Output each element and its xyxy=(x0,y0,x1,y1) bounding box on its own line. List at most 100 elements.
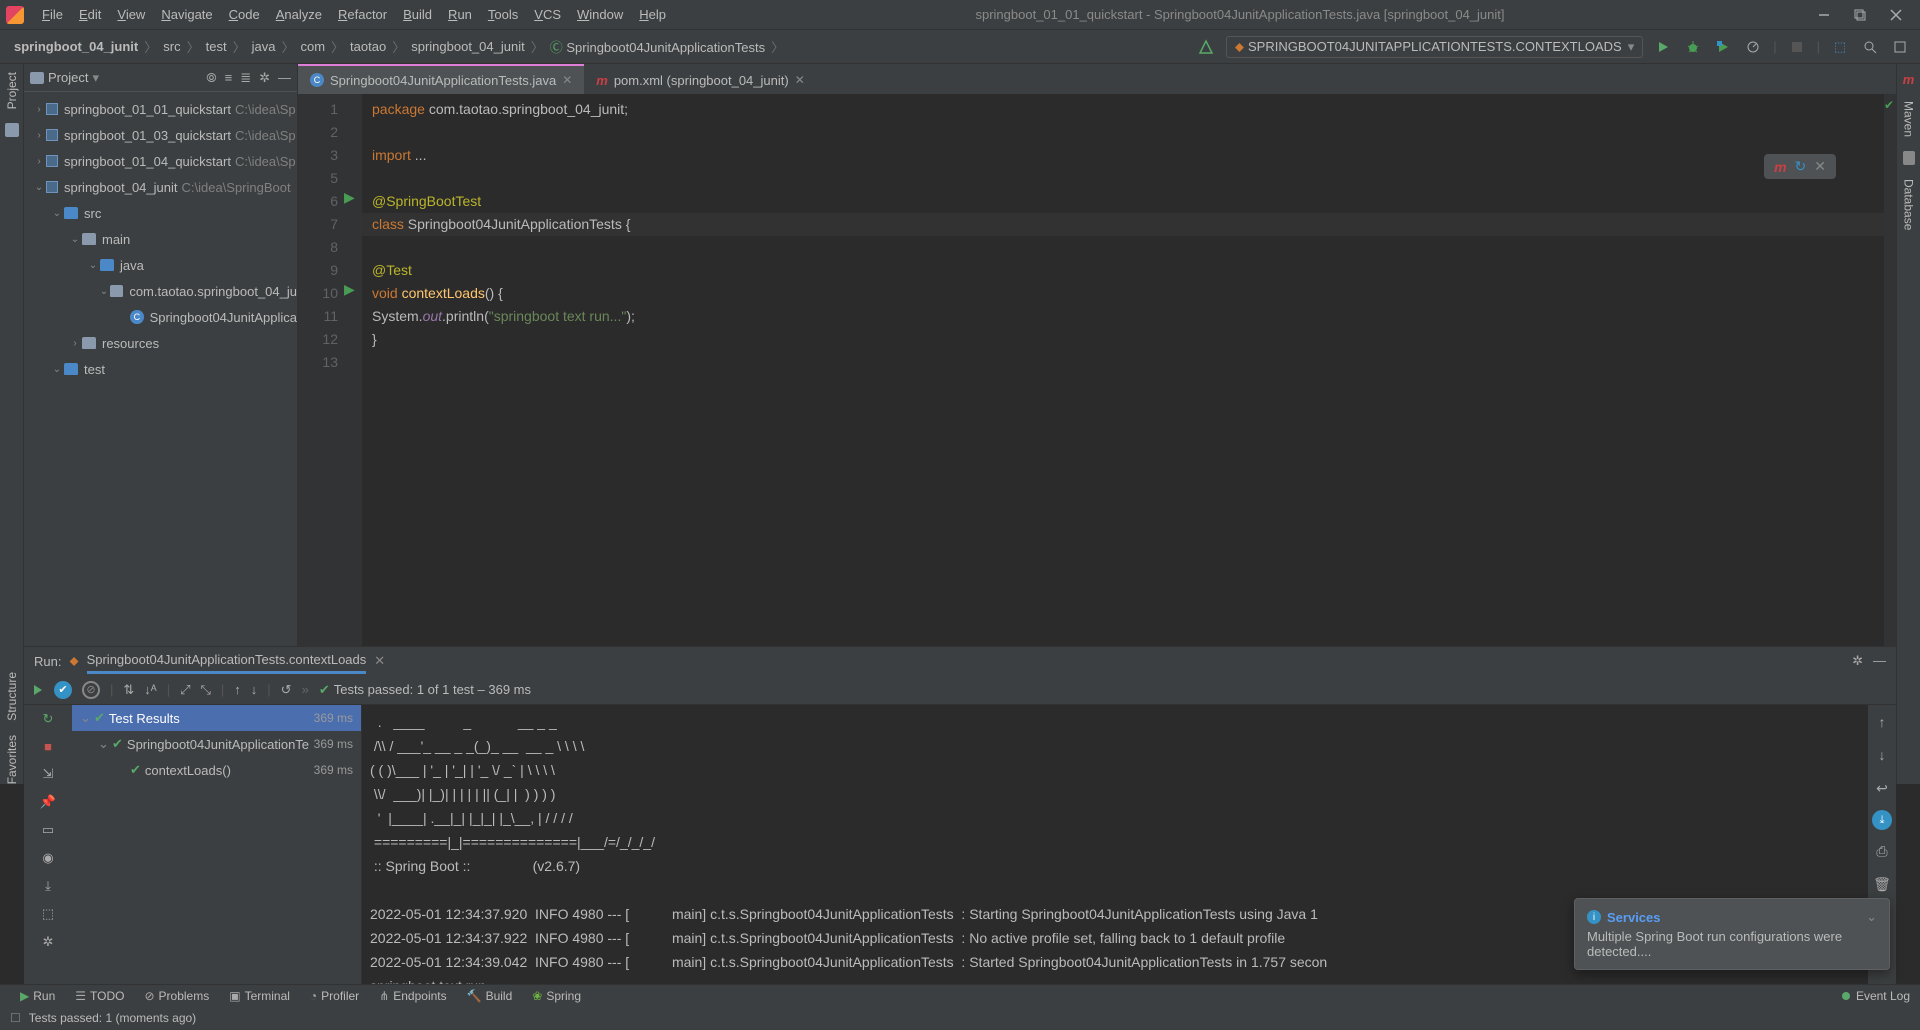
scroll-down-icon[interactable]: ↓ xyxy=(1879,744,1886,767)
close-tab-icon[interactable]: ✕ xyxy=(562,73,572,87)
settings-icon[interactable]: ✲ xyxy=(259,70,270,86)
inlay-hint-popup[interactable]: m↻✕ xyxy=(1764,154,1836,179)
project-view-dropdown[interactable]: Project ▾ xyxy=(30,70,99,86)
test-results-tree[interactable]: ⌄✔Test Results369 ms⌄✔Springboot04JunitA… xyxy=(72,705,362,1006)
clear-icon[interactable]: 🗑 xyxy=(1873,873,1891,896)
database-tool-button[interactable]: Database xyxy=(1902,179,1916,230)
tree-row[interactable]: ⌄springboot_04_junitC:\idea\SpringBoot xyxy=(24,174,297,200)
bottom-problems-button[interactable]: ⊘Problems xyxy=(134,989,219,1003)
chevron-down-icon[interactable]: ⌄ xyxy=(1866,909,1877,925)
import-icon[interactable]: ⬚ xyxy=(42,906,54,922)
print-icon[interactable]: ⎙ xyxy=(1876,840,1887,863)
close-icon[interactable]: ✕ xyxy=(1814,158,1826,175)
close-tab-icon[interactable]: ✕ xyxy=(795,73,805,87)
bottom-terminal-button[interactable]: ▣Terminal xyxy=(219,989,300,1003)
menu-code[interactable]: Code xyxy=(221,7,268,22)
menu-tools[interactable]: Tools xyxy=(480,7,526,22)
dump-icon[interactable]: ▭ xyxy=(42,822,54,838)
minimize-button[interactable] xyxy=(1806,1,1842,29)
test-tree-row[interactable]: ✔contextLoads()369 ms xyxy=(72,757,361,783)
collapse-all-icon[interactable]: ≣ xyxy=(240,70,251,86)
structure-tool-button[interactable]: Structure xyxy=(5,672,19,721)
tree-row[interactable]: ›resources xyxy=(24,330,297,356)
tree-row[interactable]: ›springboot_01_03_quickstartC:\idea\Sp xyxy=(24,122,297,148)
editor-tab[interactable]: CSpringboot04JunitApplicationTests.java✕ xyxy=(298,64,584,94)
run-configuration-dropdown[interactable]: ⬥ SPRINGBOOT04JUNITAPPLICATIONTESTS.CONT… xyxy=(1226,36,1643,58)
rerun-icon[interactable]: ↻ xyxy=(43,711,54,727)
prev-test-icon[interactable]: ↑ xyxy=(234,682,241,697)
scroll-to-end-icon[interactable]: ⤓ xyxy=(1872,810,1892,830)
menu-navigate[interactable]: Navigate xyxy=(153,7,220,22)
breadcrumb-item[interactable]: springboot_04_junit xyxy=(10,39,142,54)
tree-row[interactable]: ⌄src xyxy=(24,200,297,226)
rerun-button[interactable] xyxy=(32,684,44,696)
test-history-icon[interactable]: ↺ xyxy=(281,682,292,698)
notification-popup[interactable]: i Services ⌄ Multiple Spring Boot run co… xyxy=(1574,898,1890,970)
tree-row[interactable]: ›springboot_01_04_quickstartC:\idea\Sp xyxy=(24,148,297,174)
breadcrumb-item[interactable]: taotao xyxy=(346,39,390,54)
database-icon[interactable] xyxy=(1903,151,1915,165)
maven-icon[interactable]: m xyxy=(1903,72,1915,87)
breadcrumb-item[interactable]: com xyxy=(296,39,329,54)
maven-tool-button[interactable]: Maven xyxy=(1902,101,1916,137)
collapse-all-icon[interactable]: ⤡ xyxy=(200,682,210,698)
menu-window[interactable]: Window xyxy=(569,7,631,22)
git-icon[interactable]: ⬚ xyxy=(1830,37,1850,57)
breadcrumb[interactable]: springboot_04_junit〉src〉test〉java〉com〉ta… xyxy=(0,37,1196,56)
stop-button[interactable] xyxy=(1787,37,1807,57)
next-test-icon[interactable]: ↓ xyxy=(251,682,258,697)
scroll-up-icon[interactable]: ↑ xyxy=(1879,711,1886,734)
sort-icon[interactable]: ⇅ xyxy=(123,682,134,698)
editor-tab[interactable]: mpom.xml (springboot_04_junit)✕ xyxy=(584,64,817,94)
tree-row[interactable]: ⌄test xyxy=(24,356,297,382)
bottom-spring-button[interactable]: ❀Spring xyxy=(522,989,591,1003)
run-config-tab[interactable]: Springboot04JunitApplicationTests.contex… xyxy=(87,652,367,674)
debug-button[interactable] xyxy=(1683,37,1703,57)
tree-row[interactable]: ›springboot_01_01_quickstartC:\idea\Sp xyxy=(24,96,297,122)
tree-row[interactable]: CSpringboot04JunitApplica xyxy=(24,304,297,330)
bottom-endpoints-button[interactable]: ⋔Endpoints xyxy=(369,989,456,1003)
expand-all-icon[interactable]: ≡ xyxy=(225,70,233,86)
more-icon[interactable]: ✲ xyxy=(43,934,54,950)
run-settings-icon[interactable]: ✲ xyxy=(1852,653,1863,669)
bottom-profiler-button[interactable]: ◔Profiler xyxy=(300,989,369,1003)
menu-analyze[interactable]: Analyze xyxy=(268,7,330,22)
menu-edit[interactable]: Edit xyxy=(71,7,109,22)
select-opened-file-icon[interactable]: ⦾ xyxy=(206,70,216,86)
favorites-tool-button[interactable]: Favorites xyxy=(5,735,19,784)
event-log-button[interactable]: Event Log xyxy=(1856,989,1910,1003)
breadcrumb-item[interactable]: java xyxy=(248,39,280,54)
menu-help[interactable]: Help xyxy=(631,7,674,22)
build-icon[interactable] xyxy=(1196,37,1216,57)
project-tool-button[interactable]: Project xyxy=(5,72,19,109)
menu-build[interactable]: Build xyxy=(395,7,440,22)
menu-run[interactable]: Run xyxy=(440,7,480,22)
menu-view[interactable]: View xyxy=(109,7,153,22)
toggle-ignored-button[interactable]: ⊘ xyxy=(82,681,100,699)
close-tab-icon[interactable]: ✕ xyxy=(374,653,385,669)
maximize-button[interactable] xyxy=(1842,1,1878,29)
breadcrumb-item[interactable]: src xyxy=(159,39,184,54)
project-files-icon[interactable] xyxy=(5,123,19,137)
bottom-todo-button[interactable]: ☰TODO xyxy=(65,989,134,1003)
tree-row[interactable]: ⌄com.taotao.springboot_04_ju xyxy=(24,278,297,304)
status-icon[interactable]: ☐ xyxy=(10,1011,21,1025)
menu-vcs[interactable]: VCS xyxy=(526,7,569,22)
pin-icon[interactable]: 📌 xyxy=(40,794,56,810)
search-icon[interactable] xyxy=(1860,37,1880,57)
tree-row[interactable]: ⌄main xyxy=(24,226,297,252)
bottom-build-button[interactable]: 🔨Build xyxy=(457,989,523,1003)
run-button[interactable] xyxy=(1653,37,1673,57)
close-button[interactable] xyxy=(1878,1,1914,29)
camera-icon[interactable]: ◉ xyxy=(42,850,53,866)
menu-file[interactable]: File xyxy=(34,7,71,22)
hide-icon[interactable]: — xyxy=(1873,653,1886,669)
hide-icon[interactable]: — xyxy=(278,70,291,86)
settings-icon[interactable] xyxy=(1890,37,1910,57)
breadcrumb-item[interactable]: Ⓒ Springboot04JunitApplicationTests xyxy=(546,37,769,56)
test-tree-row[interactable]: ⌄✔Springboot04JunitApplicationTe369 ms xyxy=(72,731,361,757)
breadcrumb-item[interactable]: springboot_04_junit xyxy=(407,39,528,54)
breadcrumb-item[interactable]: test xyxy=(202,39,231,54)
test-tree-row[interactable]: ⌄✔Test Results369 ms xyxy=(72,705,361,731)
coverage-button[interactable] xyxy=(1713,37,1733,57)
